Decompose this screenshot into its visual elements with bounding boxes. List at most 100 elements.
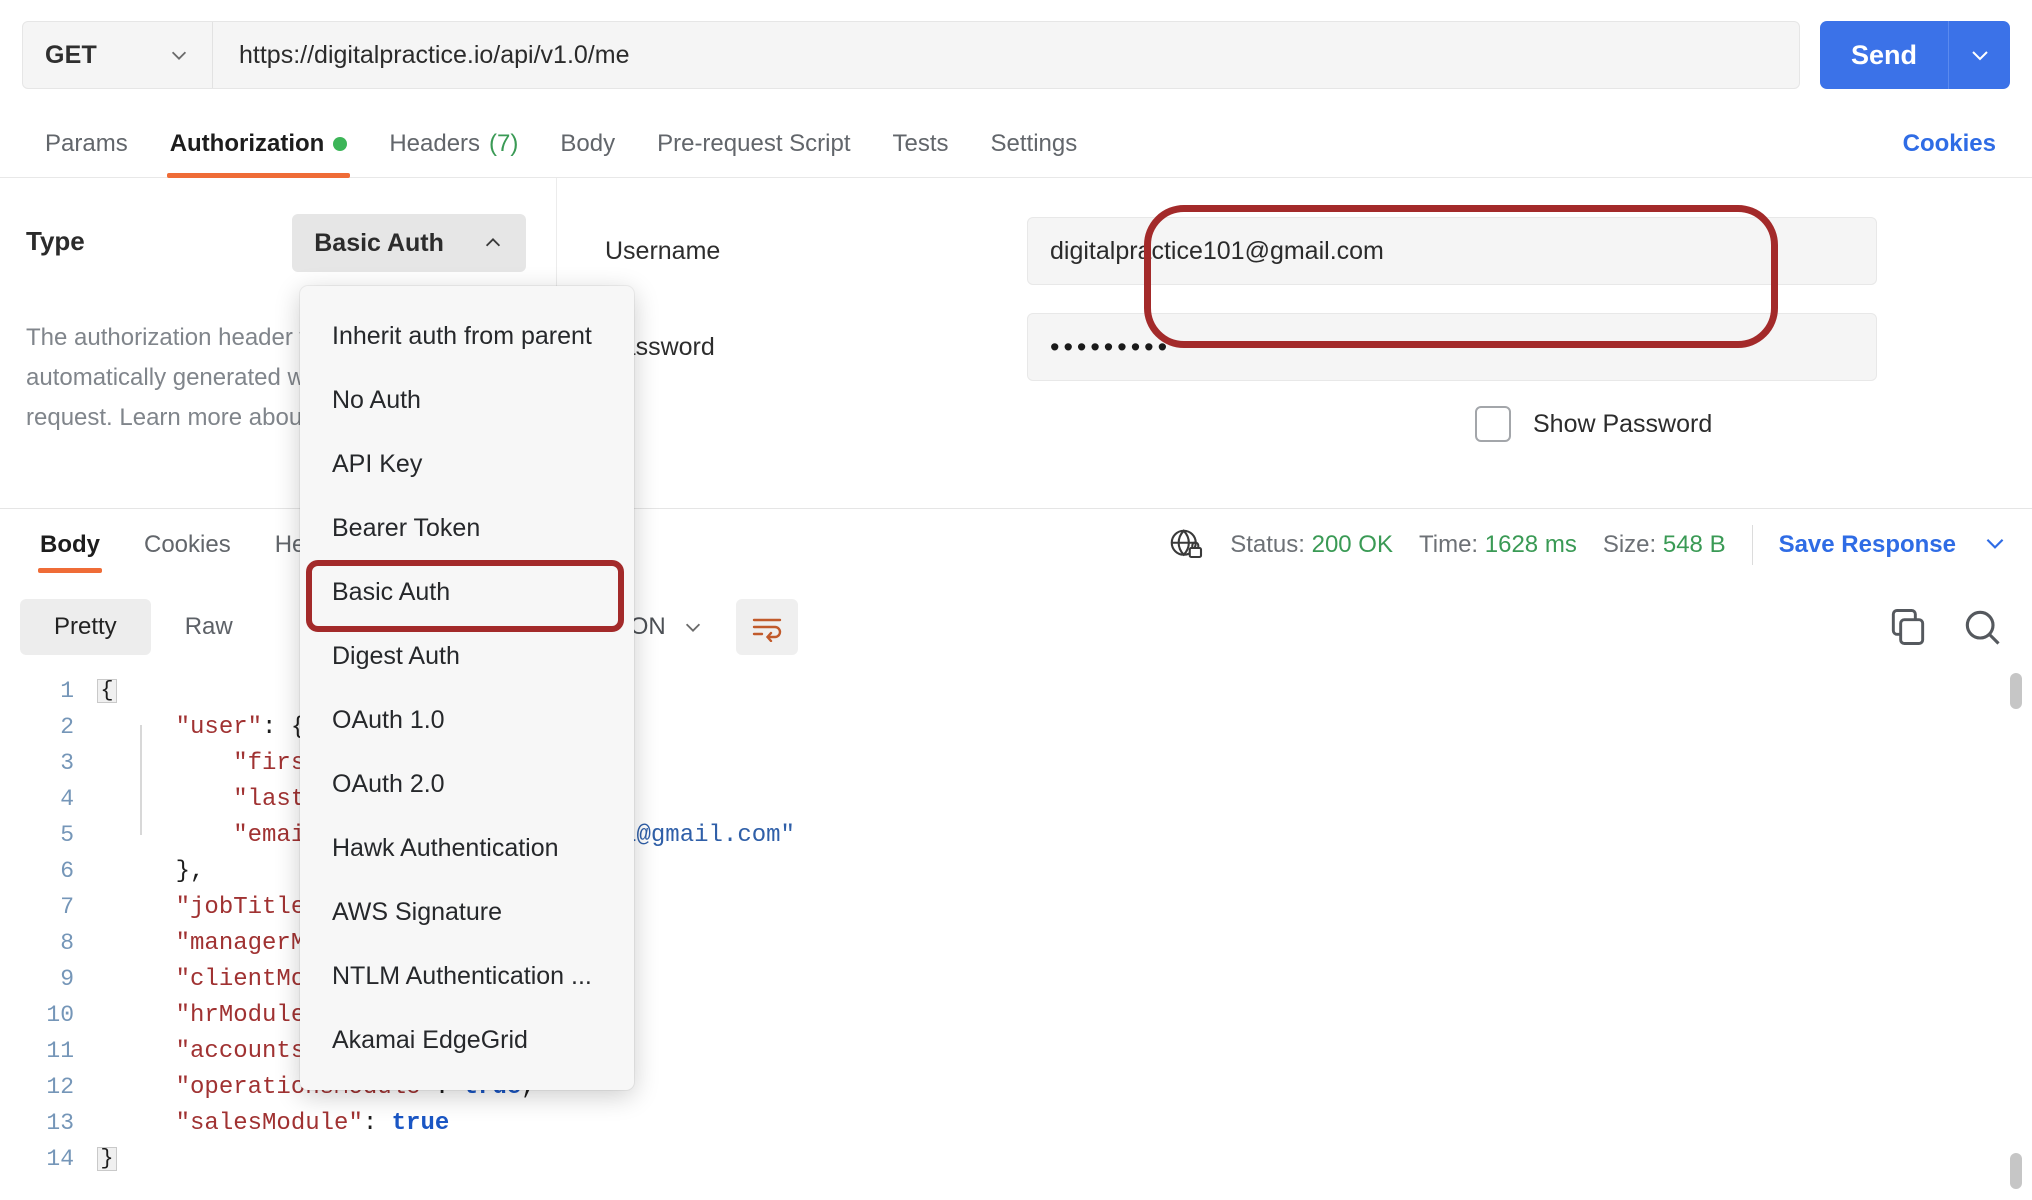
line-number: 2 (60, 714, 74, 740)
auth-credentials-column: Username Password ••••••••• Show Passwor… (557, 178, 2032, 508)
indent-guide (140, 725, 142, 835)
username-label: Username (605, 236, 721, 265)
tab-authorization[interactable]: Authorization (149, 110, 369, 178)
username-input[interactable] (1027, 217, 1877, 285)
auth-type-option[interactable]: Bearer Token (300, 496, 634, 560)
wrap-lines-button[interactable] (735, 599, 798, 655)
auth-type-option[interactable]: OAuth 1.0 (300, 688, 634, 752)
copy-icon[interactable] (1886, 605, 1930, 649)
status-value: 200 OK (1311, 531, 1393, 558)
code-line: 13 "salesModule": true (0, 1105, 2032, 1141)
meta-divider (1751, 525, 1753, 565)
size-metric: Size: 548 B (1603, 531, 1726, 559)
response-tab-body[interactable]: Body (18, 509, 122, 581)
line-number: 10 (46, 1002, 74, 1028)
response-tab-body-label: Body (40, 531, 100, 558)
globe-lock-icon (1168, 527, 1204, 563)
auth-type-label: Type (26, 226, 85, 256)
auth-type-option[interactable]: NTLM Authentication ... (300, 944, 634, 1008)
view-mode-pretty[interactable]: Pretty (20, 599, 151, 655)
url-input[interactable] (213, 22, 1799, 88)
response-meta-bar: Status: 200 OK Time: 1628 ms Size: 548 B… (1168, 509, 2008, 581)
tab-body[interactable]: Body (539, 110, 636, 178)
code-line-text: }, (118, 857, 205, 885)
code-line-text: "salesModule": true (175, 1109, 450, 1137)
show-password-checkbox[interactable] (1475, 406, 1511, 442)
line-number: 5 (60, 822, 74, 848)
tab-authorization-label: Authorization (169, 129, 325, 157)
chevron-up-icon (482, 232, 504, 254)
method-url-group: GET (22, 21, 1800, 89)
line-number: 14 (46, 1146, 74, 1172)
send-options-chevron-icon[interactable] (1948, 21, 2010, 89)
auth-type-option[interactable]: API Key (300, 432, 634, 496)
chevron-down-icon (168, 44, 190, 66)
auth-type-option[interactable]: Digest Auth (300, 624, 634, 688)
code-scrollbar[interactable] (2010, 663, 2022, 1200)
auth-type-row: Type Basic Auth (26, 214, 526, 272)
tab-headers[interactable]: Headers (7) (368, 110, 539, 178)
auth-type-selected-label: Basic Auth (314, 228, 444, 257)
code-fold-marker[interactable]: { (96, 679, 118, 703)
auth-type-option[interactable]: Hawk Authentication (300, 816, 634, 880)
response-tab-cookies-label: Cookies (144, 531, 231, 558)
code-scrollbar-thumb-bottom[interactable] (2010, 1153, 2022, 1189)
tab-params-label: Params (45, 129, 128, 157)
tab-pre-request-script[interactable]: Pre-request Script (636, 110, 871, 178)
tab-settings[interactable]: Settings (970, 110, 1099, 178)
auth-active-dot-icon (333, 136, 348, 151)
auth-type-select[interactable]: Basic Auth (292, 214, 526, 272)
line-number: 4 (60, 786, 74, 812)
line-number: 9 (60, 966, 74, 992)
time-metric: Time: 1628 ms (1419, 531, 1577, 559)
search-icon[interactable] (1960, 605, 2004, 649)
tab-params[interactable]: Params (24, 110, 149, 178)
tab-tests[interactable]: Tests (872, 110, 970, 178)
auth-type-option[interactable]: AWS Signature (300, 880, 634, 944)
request-tab-bar: Params Authorization Headers (7) Body Pr… (0, 110, 2032, 178)
chevron-down-icon (682, 616, 704, 638)
code-scrollbar-thumb-top[interactable] (2010, 673, 2022, 709)
http-method-label: GET (45, 40, 97, 69)
postman-request-window: GET Send Params Authorization Headers (7… (0, 0, 2032, 1200)
send-button[interactable]: Send (1820, 21, 1948, 89)
size-label: Size: (1602, 531, 1657, 558)
size-value: 548 B (1662, 531, 1726, 558)
auth-type-dropdown-menu[interactable]: Inherit auth from parent No Auth API Key Be… (300, 286, 634, 1090)
code-line-text: "user": { (175, 713, 306, 741)
username-row: Username (557, 214, 2032, 288)
save-response-button[interactable]: Save Response (1779, 531, 1956, 559)
line-number: 7 (60, 894, 74, 920)
auth-type-option[interactable]: No Auth (300, 368, 634, 432)
show-password-label: Show Password (1533, 409, 1713, 438)
auth-type-option[interactable]: Basic Auth (300, 560, 634, 624)
status-metric: Status: 200 OK (1230, 531, 1393, 559)
save-response-chevron-icon[interactable] (1982, 530, 2008, 561)
show-password-row: Show Password (557, 406, 2032, 442)
line-number: 8 (60, 930, 74, 956)
line-number: 12 (46, 1074, 74, 1100)
response-tools (1886, 591, 2004, 663)
http-method-selector[interactable]: GET (23, 22, 213, 88)
url-bar: GET Send (0, 0, 2032, 110)
cookies-link[interactable]: Cookies (1903, 130, 1996, 158)
tab-body-label: Body (560, 129, 616, 157)
send-group: Send (1820, 21, 2010, 89)
auth-type-option[interactable]: Akamai EdgeGrid (300, 1008, 634, 1072)
code-fold-marker[interactable]: } (96, 1147, 118, 1171)
tab-tests-label: Tests (892, 129, 949, 157)
line-number: 11 (46, 1038, 74, 1064)
tab-pre-request-script-label: Pre-request Script (657, 129, 851, 157)
tab-settings-label: Settings (990, 129, 1078, 157)
view-mode-raw[interactable]: Raw (151, 599, 267, 655)
code-line: 14} (0, 1141, 2032, 1177)
line-number: 1 (60, 678, 74, 704)
response-tab-cookies[interactable]: Cookies (122, 509, 253, 581)
password-input[interactable]: ••••••••• (1027, 313, 1877, 381)
line-number: 6 (60, 858, 74, 884)
tab-headers-label: Headers (389, 129, 481, 157)
status-label: Status: (1230, 531, 1305, 558)
auth-type-option[interactable]: Inherit auth from parent (300, 304, 634, 368)
auth-type-option[interactable]: OAuth 2.0 (300, 752, 634, 816)
line-number: 3 (60, 750, 74, 776)
